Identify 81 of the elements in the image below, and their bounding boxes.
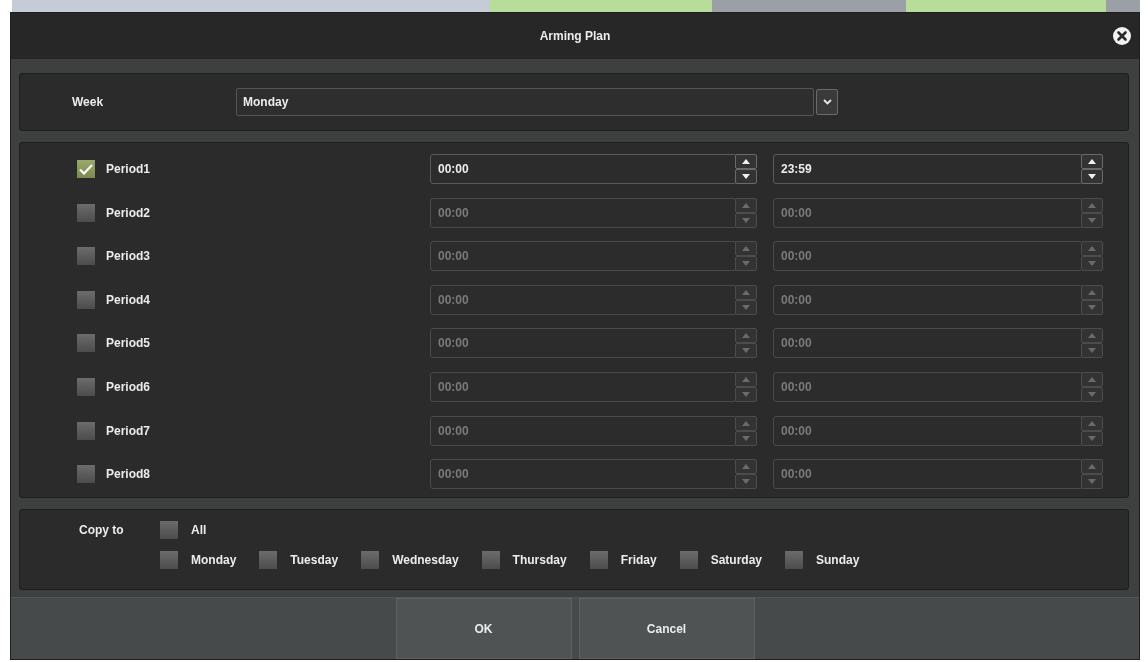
day-checkbox[interactable] (159, 550, 179, 571)
period-checkbox[interactable] (76, 159, 96, 179)
increment-button[interactable] (1081, 154, 1103, 169)
down-arrow-icon (1088, 348, 1096, 354)
period-label: Period5 (106, 336, 150, 351)
up-arrow-icon (1088, 420, 1096, 426)
down-arrow-icon (1088, 304, 1096, 310)
up-arrow-icon (742, 246, 750, 252)
down-arrow-icon (742, 261, 750, 267)
day-checkbox[interactable] (678, 550, 699, 571)
period-checkbox[interactable] (76, 289, 96, 310)
period-checkbox[interactable] (76, 376, 96, 397)
period-checkbox[interactable] (76, 202, 96, 223)
down-arrow-icon (1088, 435, 1096, 441)
period-checkbox[interactable] (76, 420, 96, 441)
up-arrow-icon (742, 289, 750, 295)
week-label: Week (72, 95, 105, 109)
period-label: Period7 (106, 423, 150, 438)
caret-icon (822, 99, 832, 105)
week-dropdown[interactable]: Monday (236, 88, 814, 116)
period-checkbox[interactable] (76, 333, 96, 354)
close-button[interactable] (1113, 27, 1131, 45)
down-arrow-icon (742, 391, 750, 397)
period-label: Period4 (106, 292, 150, 307)
up-arrow-icon (742, 159, 750, 164)
down-arrow-icon (742, 217, 750, 223)
up-arrow-icon (1088, 376, 1096, 382)
dropdown-caret-button[interactable] (816, 89, 838, 115)
day-checkbox[interactable] (360, 550, 381, 571)
down-arrow-icon (1088, 217, 1096, 223)
down-arrow-icon (1088, 391, 1096, 397)
up-arrow-icon (742, 376, 750, 382)
increment-button[interactable] (735, 154, 757, 169)
dialog-title: Arming Plan (539, 29, 611, 43)
all-label: All (191, 523, 207, 538)
copy-to-label: Copy to (79, 523, 125, 538)
period-label: Period8 (106, 467, 150, 482)
up-arrow-icon (742, 464, 750, 470)
period-label: Period2 (106, 205, 150, 220)
period-checkbox[interactable] (76, 246, 96, 267)
up-arrow-icon (1088, 333, 1096, 339)
all-checkbox[interactable] (159, 520, 179, 541)
down-arrow-icon (742, 304, 750, 310)
day-label: Sunday (816, 553, 860, 568)
decrement-button[interactable] (735, 169, 757, 184)
day-label: Saturday (710, 553, 762, 568)
tick-icon (79, 163, 93, 175)
end-time-field[interactable]: 23:59 (773, 154, 1083, 184)
period-label: Period6 (106, 379, 150, 394)
day-checkbox[interactable] (480, 550, 501, 571)
down-arrow-icon (1088, 479, 1096, 485)
decrement-button[interactable] (1081, 169, 1103, 184)
up-arrow-icon (1088, 289, 1096, 295)
up-arrow-icon (1088, 246, 1096, 252)
day-label: Thursday (512, 553, 567, 568)
ok-button[interactable]: OK (395, 598, 572, 659)
up-arrow-icon (1088, 202, 1096, 208)
down-arrow-icon (1088, 174, 1096, 179)
down-arrow-icon (1088, 261, 1096, 267)
period-checkbox[interactable] (76, 464, 96, 485)
day-label: Wednesday (392, 553, 459, 568)
cancel-button[interactable]: Cancel (578, 598, 755, 659)
down-arrow-icon (742, 348, 750, 354)
day-checkbox[interactable] (588, 550, 609, 571)
up-arrow-icon (1088, 464, 1096, 470)
up-arrow-icon (742, 333, 750, 339)
period-label: Period3 (106, 249, 150, 264)
down-arrow-icon (742, 435, 750, 441)
up-arrow-icon (1088, 159, 1096, 164)
up-arrow-icon (742, 202, 750, 208)
day-label: Friday (620, 553, 657, 568)
start-time-field[interactable]: 00:00 (430, 154, 737, 184)
period-label: Period1 (106, 162, 150, 176)
close-icon (1113, 27, 1131, 45)
day-label: Tuesday (290, 553, 339, 568)
day-label: Monday (191, 553, 237, 568)
up-arrow-icon (742, 420, 750, 426)
day-checkbox[interactable] (258, 550, 279, 571)
down-arrow-icon (742, 174, 750, 179)
day-checkbox[interactable] (784, 550, 804, 571)
down-arrow-icon (742, 479, 750, 485)
